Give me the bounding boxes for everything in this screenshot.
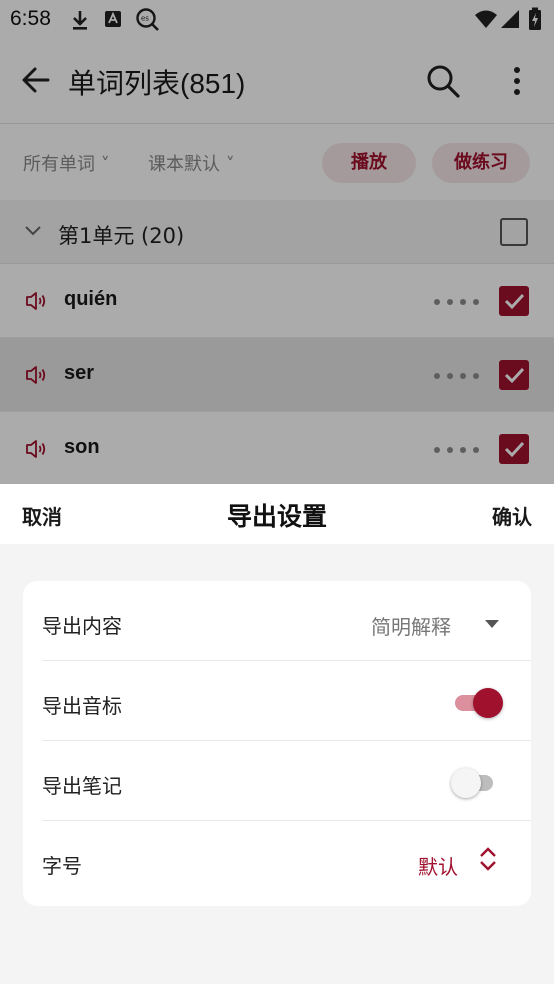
export-content-row[interactable]: 导出内容 简明解释 — [23, 581, 531, 661]
font-size-value[interactable]: 默认 — [418, 851, 458, 880]
sheet-header: 取消 导出设置 确认 — [0, 484, 554, 544]
export-notes-row: 导出笔记 — [23, 741, 531, 821]
confirm-button[interactable]: 确认 — [492, 501, 532, 530]
export-notes-switch[interactable] — [451, 767, 505, 798]
sheet-title: 导出设置 — [226, 502, 327, 531]
export-phonetic-switch[interactable] — [453, 687, 505, 718]
settings-card: 导出内容 简明解释 导出音标 导出笔记 字号 默认 — [23, 581, 531, 906]
setting-label: 导出内容 — [42, 614, 122, 638]
setting-label: 导出笔记 — [42, 774, 122, 798]
font-size-row[interactable]: 字号 默认 — [23, 821, 531, 901]
export-settings-sheet: 取消 导出设置 确认 导出内容 简明解释 导出音标 导出笔记 字号 默认 — [0, 484, 554, 984]
dropdown-arrow-icon[interactable] — [484, 619, 500, 629]
up-down-chevron-icon[interactable] — [478, 845, 498, 873]
setting-label: 字号 — [42, 854, 82, 878]
modal-scrim[interactable] — [0, 0, 554, 484]
setting-label: 导出音标 — [42, 694, 122, 718]
export-content-value[interactable]: 简明解释 — [371, 611, 451, 640]
export-phonetic-row: 导出音标 — [23, 661, 531, 741]
